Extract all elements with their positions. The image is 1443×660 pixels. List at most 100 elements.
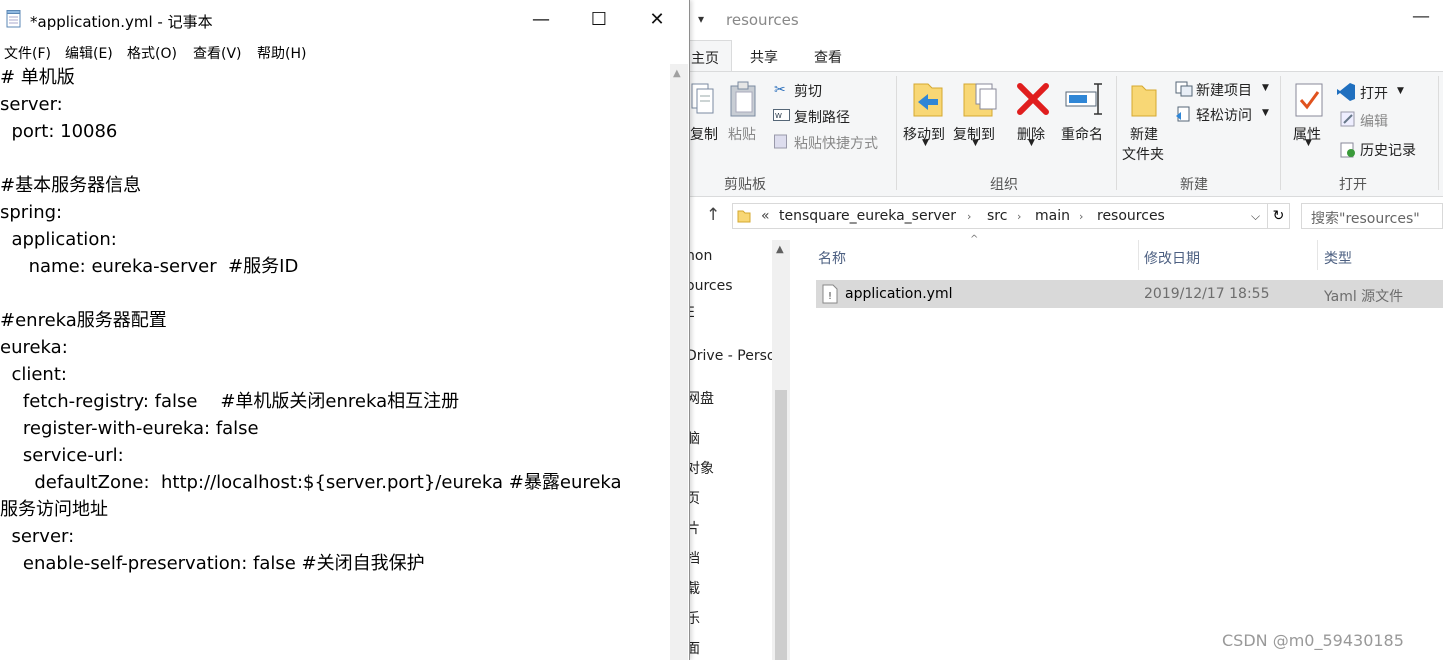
text-editor[interactable]: # 单机版 server: port: 10086 #基本服务器信息 sprin… [0,64,670,660]
breadcrumb-resources[interactable]: resources [1097,208,1165,224]
explorer-title-bar: ▾ resources — [660,0,1443,40]
menu-help[interactable]: 帮助(H) [257,43,306,63]
column-divider[interactable] [1317,240,1318,270]
move-to-icon [913,83,943,117]
open-dropdown-icon[interactable]: ▼ [1397,86,1404,96]
breadcrumb-tensquare-eureka-server[interactable]: tensquare_eureka_server [779,208,956,224]
minimize-button[interactable]: — [512,0,570,40]
file-list: ^ 名称 修改日期 类型 ! application.yml 2019/12/1… [810,234,1443,660]
maximize-icon: ☐ [590,9,608,30]
close-button[interactable]: ✕ [628,0,686,40]
delete-icon [1017,83,1049,115]
easy-access-icon [1176,106,1190,122]
scrollbar-thumb[interactable] [775,390,787,660]
copy-icon [691,83,714,114]
rename-button[interactable]: 重命名 [1061,124,1103,144]
file-modified: 2019/12/17 18:55 [1144,286,1270,302]
close-icon: ✕ [649,9,665,30]
menu-bar: 文件(F) 编辑(E) 格式(O) 查看(V) 帮助(H) [0,40,689,64]
ribbon: 复制 粘贴 ✂ 剪切 W 复制路径 粘贴快捷方式 剪贴板 移动到 ▼ 复制到 ▼… [660,71,1443,197]
column-divider[interactable] [1138,240,1139,270]
paste-icon [730,81,756,117]
file-type: Yaml 源文件 [1324,289,1404,305]
ribbon-divider [1116,76,1117,190]
explorer-title: resources [726,11,799,29]
copy-to-dropdown-icon[interactable]: ▼ [972,138,979,148]
easy-access-dropdown-icon[interactable]: ▼ [1262,108,1269,118]
menu-file[interactable]: 文件(F) [4,43,51,63]
nav-item[interactable]: Drive - Perso [686,348,775,364]
column-header-modified[interactable]: 修改日期 [1144,248,1200,268]
menu-format[interactable]: 格式(O) [127,43,177,63]
search-input[interactable]: 搜索"resources" [1301,203,1443,229]
cut-button[interactable]: 剪切 [794,81,822,101]
properties-icon [1295,83,1323,117]
breadcrumb-separator-icon: › [1017,210,1022,223]
ribbon-divider [1438,76,1439,190]
minimize-icon[interactable]: — [1412,6,1430,27]
open-button[interactable]: 打开 [1360,83,1388,103]
file-name[interactable]: application.yml [845,286,953,302]
properties-dropdown-icon[interactable]: ▼ [1305,138,1312,148]
new-folder-button-line1[interactable]: 新建 [1130,124,1158,144]
column-header-type[interactable]: 类型 [1324,248,1352,268]
address-row: ▾ ↑ « tensquare_eureka_server › src › ma… [660,201,1443,233]
scroll-up-icon[interactable]: ▲ [673,68,681,79]
organize-group-label: 组织 [990,177,1018,193]
breadcrumb-main[interactable]: main [1035,208,1070,224]
notepad-title: *application.yml - 记事本 [30,13,213,31]
notepad-title-bar[interactable]: *application.yml - 记事本 — ☐ ✕ [0,0,689,40]
notepad-icon [6,10,21,28]
nav-item[interactable]: ources [686,278,733,294]
maximize-button[interactable]: ☐ [570,0,628,40]
nav-item[interactable]: 网盘 [686,388,714,408]
scroll-up-icon[interactable]: ▲ [776,244,784,255]
breadcrumb-src[interactable]: src [987,208,1007,224]
vscode-icon [1337,83,1355,101]
column-header-name[interactable]: 名称 [818,248,846,268]
clipboard-group-label: 剪贴板 [724,177,766,193]
new-item-icon [1175,81,1193,97]
scissors-icon: ✂ [774,82,786,98]
address-dropdown-icon[interactable]: ⌵ [1251,209,1260,224]
paste-shortcut-icon [774,134,787,149]
editor-scrollbar[interactable]: ▲ [670,64,688,660]
refresh-button[interactable]: ↻ [1268,203,1290,229]
new-folder-button-line2[interactable]: 文件夹 [1122,144,1164,164]
copy-button[interactable]: 复制 [690,124,718,144]
ribbon-tabs: 主页 共享 查看 [660,40,1443,71]
quick-access-chevron-icon[interactable]: ▾ [698,12,704,26]
up-arrow-icon[interactable]: ↑ [706,205,720,225]
new-item-dropdown-icon[interactable]: ▼ [1262,83,1269,93]
search-placeholder: 搜索"resources" [1311,211,1420,227]
easy-access-button[interactable]: 轻松访问 [1196,105,1252,125]
delete-dropdown-icon[interactable]: ▼ [1028,138,1035,148]
move-to-dropdown-icon[interactable]: ▼ [922,138,929,148]
menu-edit[interactable]: 编辑(E) [65,43,113,63]
history-button[interactable]: 历史记录 [1360,140,1416,160]
edit-icon [1340,111,1355,127]
editor-content[interactable]: # 单机版 server: port: 10086 #基本服务器信息 sprin… [0,64,670,577]
paste-shortcut-button[interactable]: 粘贴快捷方式 [794,133,878,153]
copy-path-button[interactable]: 复制路径 [794,107,850,127]
svg-text:W: W [775,112,782,120]
paste-button[interactable]: 粘贴 [728,124,756,144]
tab-share[interactable]: 共享 [750,47,778,67]
folder-icon [737,210,751,223]
copy-to-icon [963,83,997,117]
tab-view[interactable]: 查看 [814,47,842,67]
menu-view[interactable]: 查看(V) [193,43,242,63]
address-bar[interactable]: « tensquare_eureka_server › src › main ›… [732,203,1268,229]
breadcrumb-separator-icon: › [967,210,972,223]
file-explorer-window: ▾ resources — 主页 共享 查看 复制 粘贴 ✂ 剪切 W 复制路径 [660,0,1443,660]
table-row[interactable]: ! application.yml 2019/12/17 18:55 Yaml … [816,280,1443,308]
svg-text:!: ! [828,291,832,302]
copy-path-icon: W [773,109,790,121]
navigation-scrollbar[interactable]: ▲ [772,240,790,660]
edit-button[interactable]: 编辑 [1360,111,1388,131]
address-overflow[interactable]: « [761,208,770,224]
yaml-file-icon: ! [822,284,838,304]
nav-item[interactable]: 对象 [686,458,714,478]
refresh-icon: ↻ [1272,208,1285,224]
new-item-button[interactable]: 新建项目 [1196,80,1252,100]
